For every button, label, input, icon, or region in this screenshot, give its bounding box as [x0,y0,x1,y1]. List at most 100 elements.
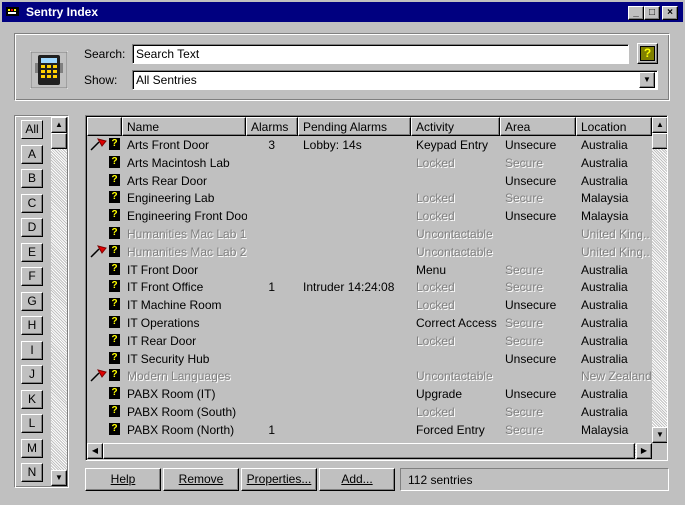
question-icon: ? [109,422,120,435]
column-header-area[interactable]: Area [500,117,576,136]
question-icon: ? [109,405,120,417]
minimize-button[interactable]: _ [628,6,644,20]
app-icon [6,7,19,16]
cell-name: Engineering Front Door [127,209,247,224]
table-row[interactable]: ? Arts Macintosh Lab Locked Secure Australia [87,154,651,172]
cell-name: IT Operations [127,316,200,330]
letter-button-h[interactable]: H [21,316,43,335]
cell-area: Secure [505,405,544,419]
letter-scroll-down-button[interactable]: ▼ [51,470,67,486]
search-label: Search: [84,47,126,61]
question-icon: ? [109,280,120,293]
letter-button-c[interactable]: C [21,194,43,213]
maximize-button[interactable]: □ [644,6,660,20]
search-input[interactable]: Search Text [132,44,629,64]
cell-location: Malaysia [581,191,629,206]
column-header-alarms[interactable]: Alarms [246,117,298,136]
table-row[interactable]: ? IT Front Door Menu Secure Australia [87,261,651,279]
letter-scroll-thumb[interactable] [51,133,67,149]
cell-area: Secure [505,333,544,348]
table-row[interactable]: ? Modern Languages Uncontactable New Zealan… [87,367,651,385]
show-select-value: All Sentries [136,73,197,87]
letter-scroll-up-button[interactable]: ▲ [51,117,67,133]
title-bar[interactable]: Sentry Index _ □ × [2,2,683,22]
cell-alarms: 1 [268,280,275,295]
column-header-pending-alarms[interactable]: Pending Alarms [298,117,411,136]
table-row[interactable]: ? Humanities Mac Lab 2 Uncontactable United… [87,243,651,261]
table-row[interactable]: ? IT Front Office 1 Intruder 14:24:08 Locked… [87,278,651,296]
remove-button[interactable]: Remove [163,468,239,491]
cell-location: Malaysia [581,209,629,224]
add-button[interactable]: Add... [319,468,395,491]
table-row[interactable]: ? PABX Room (IT) Upgrade Unsecure Australia [87,385,651,403]
help-search-button[interactable]: ? [637,43,658,64]
alarm-flag-icon [90,245,107,258]
close-button[interactable]: × [662,6,678,20]
table-row[interactable]: ? IT Rear Door Locked Secure Australia [87,332,651,350]
table-row[interactable]: ? Arts Rear Door Unsecure Australia [87,172,651,190]
letter-button-g[interactable]: G [21,292,43,311]
add-button-label: Add... [341,472,373,486]
cell-pending: Intruder 14:24:08 [303,280,395,295]
help-button-label: Help [110,472,136,486]
cell-location: Australia [581,155,628,170]
table-row[interactable]: ? PABX Room (South) Locked Secure Australia [87,403,651,421]
column-header-location[interactable]: Location [576,117,652,136]
letter-button-i[interactable]: I [21,341,43,360]
question-icon: ? [109,191,120,204]
cell-area: Unsecure [505,351,557,366]
cell-alarms: 1 [268,422,275,437]
show-dropdown-button[interactable]: ▼ [639,72,655,88]
letter-button-all[interactable]: All [21,120,43,139]
column-header-status[interactable] [87,117,122,136]
table-row[interactable]: ? IT Machine Room Locked Unsecure Australia [87,296,651,314]
table-vertical-thumb[interactable] [652,133,667,149]
column-header-activity[interactable]: Activity [411,117,500,136]
column-header-name[interactable]: Name [122,117,246,136]
cell-activity: Locked [416,280,455,295]
table-scroll-left-button[interactable]: ◀ [87,443,103,459]
table-row[interactable]: ? IT Operations Correct Access Secure Austra… [87,314,651,332]
table-scroll-down-button[interactable]: ▼ [652,427,667,443]
letter-button-b[interactable]: B [21,169,43,188]
cell-location: Australia [581,280,628,295]
letter-scrollbar[interactable] [51,117,67,486]
cell-location: Australia [581,138,628,152]
letter-button-d[interactable]: D [21,218,43,237]
cell-location: Australia [581,298,628,313]
letter-button-l[interactable]: L [21,414,43,433]
cell-activity: Uncontactable [416,244,493,259]
question-icon: ? [109,351,120,364]
cell-name: Humanities Mac Lab 2 [127,244,247,259]
table-row[interactable]: ? PABX Room (North) 1 Forced Entry Secure Mal… [87,421,651,439]
table-horizontal-thumb[interactable] [103,443,635,459]
properties-button[interactable]: Properties... [241,468,317,491]
cell-name: PABX Room (North) [127,422,235,437]
letter-button-f[interactable]: F [21,267,43,286]
letter-button-m[interactable]: M [21,439,43,458]
cell-location: New Zealand [581,369,651,384]
letter-button-a[interactable]: A [21,145,43,164]
sentries-table: Name Alarms Pending Alarms Activity Area… [85,115,668,461]
show-select[interactable]: All Sentries ▼ [132,70,658,90]
table-row[interactable]: ? IT Security Hub Unsecure Australia [87,350,651,368]
letter-button-n[interactable]: N [21,463,43,482]
table-scroll-right-button[interactable]: ▶ [636,443,652,459]
letter-button-k[interactable]: K [21,390,43,409]
table-row[interactable]: ? Engineering Front Door Locked Unsecure Mal… [87,207,651,225]
question-icon: ? [109,316,120,328]
chevron-down-icon: ▼ [656,430,664,439]
help-button[interactable]: Help [85,468,161,491]
letter-button-j[interactable]: J [21,365,43,384]
question-icon: ? [109,173,120,186]
letter-button-e[interactable]: E [21,243,43,262]
table-scroll-up-button[interactable]: ▲ [652,117,667,133]
properties-button-label: Properties... [246,472,312,486]
cell-pending: Lobby: 14s [303,138,362,152]
table-row[interactable]: ? Arts Front Door 3 Lobby: 14s Keypad Entry U… [87,136,651,154]
cell-activity: Uncontactable [416,227,493,241]
table-vertical-scrollbar[interactable] [652,117,667,443]
table-row[interactable]: ? Engineering Lab Locked Secure Malaysia [87,189,651,207]
cell-area: Unsecure [505,209,557,224]
table-row[interactable]: ? Humanities Mac Lab 1 Uncontactable United… [87,225,651,243]
